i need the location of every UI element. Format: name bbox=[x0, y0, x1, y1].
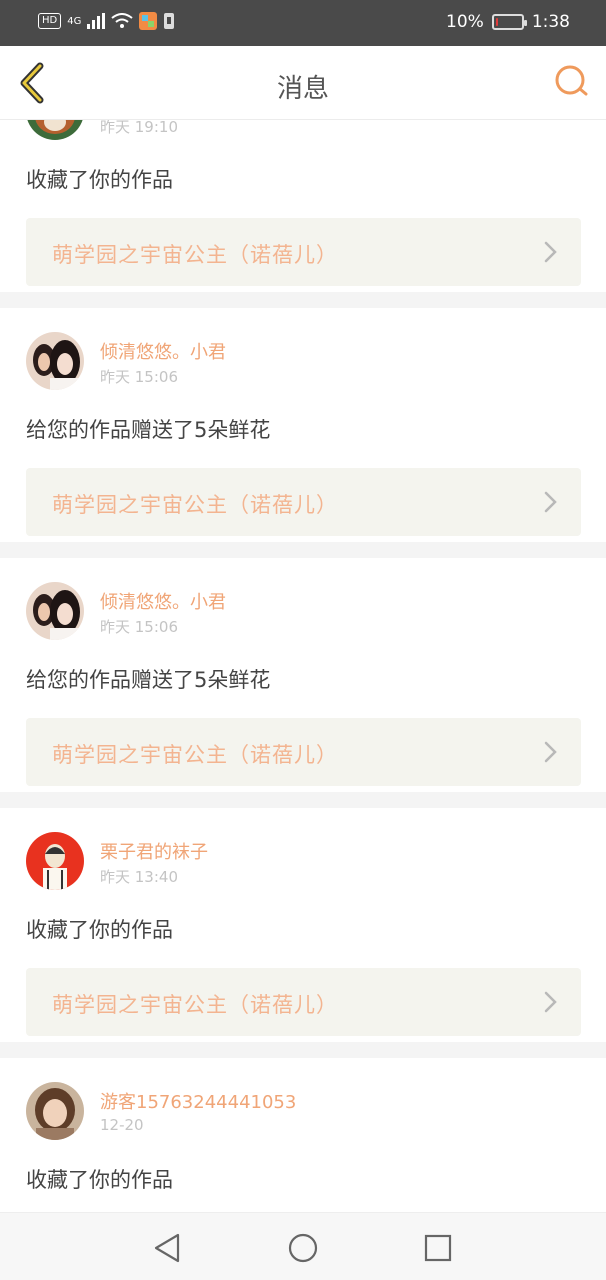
message-time: 昨天 15:06 bbox=[100, 368, 178, 386]
chevron-right-icon bbox=[544, 241, 557, 263]
message-card-3: 倾清悠悠。小君 昨天 15:06 给您的作品赠送了5朵鲜花 萌学园之宇宙公主（诺… bbox=[0, 558, 606, 792]
avatar-fox[interactable] bbox=[26, 120, 84, 140]
message-time: 昨天 19:10 bbox=[100, 120, 178, 136]
sender-name[interactable]: 倾清悠悠。小君 bbox=[100, 338, 226, 364]
sim-icon bbox=[164, 13, 175, 29]
avatar-red[interactable] bbox=[26, 832, 84, 890]
avatar-girls[interactable] bbox=[26, 332, 84, 390]
home-circle-icon[interactable] bbox=[286, 1231, 320, 1265]
work-title: 萌学园之宇宙公主（诺蓓儿） bbox=[52, 493, 338, 517]
message-action: 收藏了你的作品 bbox=[26, 168, 173, 192]
sender-name[interactable]: 游客15763244441053 bbox=[100, 1088, 296, 1114]
work-title: 萌学园之宇宙公主（诺蓓儿） bbox=[52, 743, 338, 767]
message-card-1: 熊熊开心日记 昨天 19:10 收藏了你的作品 萌学园之宇宙公主（诺蓓儿） bbox=[0, 120, 606, 292]
work-link[interactable]: 萌学园之宇宙公主（诺蓓儿） bbox=[26, 468, 581, 536]
search-icon bbox=[555, 65, 588, 96]
message-time: 12-20 bbox=[100, 1116, 144, 1134]
message-card-2: 倾清悠悠。小君 昨天 15:06 给您的作品赠送了5朵鲜花 萌学园之宇宙公主（诺… bbox=[0, 308, 606, 542]
status-bar: HD 4G 10% 1:38 bbox=[0, 0, 606, 46]
search-button[interactable] bbox=[552, 62, 592, 102]
work-link[interactable]: 萌学园之宇宙公主（诺蓓儿） bbox=[26, 968, 581, 1036]
chevron-right-icon bbox=[544, 991, 557, 1013]
message-action: 收藏了你的作品 bbox=[26, 1168, 173, 1192]
signal-icon bbox=[87, 13, 106, 29]
message-time: 昨天 15:06 bbox=[100, 618, 178, 636]
work-link[interactable]: 萌学园之宇宙公主（诺蓓儿） bbox=[26, 718, 581, 786]
work-title: 萌学园之宇宙公主（诺蓓儿） bbox=[52, 243, 338, 267]
avatar-girls[interactable] bbox=[26, 582, 84, 640]
chevron-right-icon bbox=[544, 491, 557, 513]
app-icon bbox=[139, 12, 158, 30]
message-card-4: 栗子君的袜子 昨天 13:40 收藏了你的作品 萌学园之宇宙公主（诺蓓儿） bbox=[0, 808, 606, 1042]
recents-square-icon[interactable] bbox=[421, 1231, 455, 1265]
message-action: 给您的作品赠送了5朵鲜花 bbox=[26, 418, 271, 442]
message-list[interactable]: 熊熊开心日记 昨天 19:10 收藏了你的作品 萌学园之宇宙公主（诺蓓儿） 倾清… bbox=[0, 120, 606, 1212]
message-card-5: 游客15763244441053 12-20 收藏了你的作品 萌学园之宇宙公主（… bbox=[0, 1058, 606, 1212]
wifi-icon bbox=[111, 13, 133, 28]
back-triangle-icon[interactable] bbox=[150, 1231, 184, 1265]
system-nav-bar bbox=[0, 1212, 606, 1280]
message-action: 收藏了你的作品 bbox=[26, 918, 173, 942]
sender-name[interactable]: 栗子君的袜子 bbox=[100, 838, 208, 864]
message-time: 昨天 13:40 bbox=[100, 868, 178, 886]
clock: 1:38 bbox=[531, 12, 570, 32]
work-link[interactable]: 萌学园之宇宙公主（诺蓓儿） bbox=[26, 218, 581, 286]
battery-percent: 10% bbox=[446, 12, 484, 32]
battery-fill bbox=[495, 18, 499, 26]
top-nav: 消息 bbox=[0, 46, 606, 120]
network-label: 4G bbox=[67, 15, 82, 27]
message-action: 给您的作品赠送了5朵鲜花 bbox=[26, 668, 271, 692]
chevron-right-icon bbox=[544, 741, 557, 763]
hd-icon: HD bbox=[38, 13, 62, 29]
sender-name[interactable]: 倾清悠悠。小君 bbox=[100, 588, 226, 614]
page-title: 消息 bbox=[276, 74, 329, 104]
avatar-guest[interactable] bbox=[26, 1082, 84, 1140]
battery-icon bbox=[491, 14, 527, 30]
work-title: 萌学园之宇宙公主（诺蓓儿） bbox=[52, 993, 338, 1017]
